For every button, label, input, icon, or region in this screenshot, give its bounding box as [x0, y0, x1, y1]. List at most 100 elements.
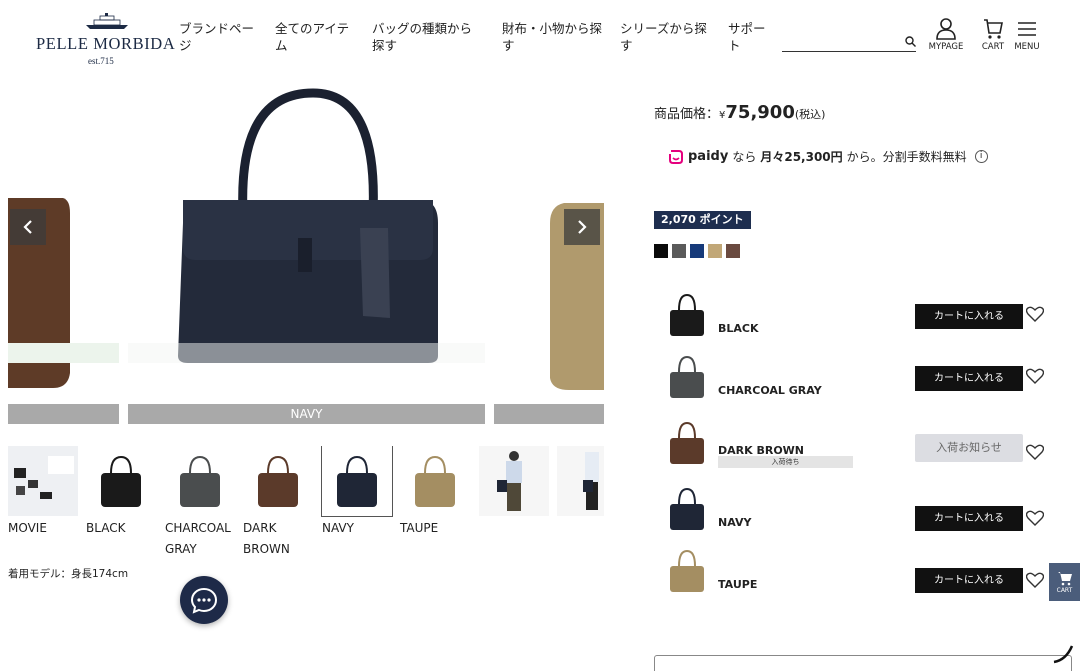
thumb-navy[interactable]: NAVY: [321, 446, 394, 539]
paidy-text-pre: なら: [732, 150, 757, 164]
curve-mark-icon: [1053, 645, 1074, 664]
thumb-label: CHARCOAL GRAY: [165, 521, 231, 556]
paidy-logo-icon: [669, 149, 683, 164]
bottom-action-box[interactable]: [654, 655, 1072, 671]
floating-cart-button[interactable]: CART: [1049, 563, 1080, 601]
bag-thumbnail: [670, 549, 704, 592]
color-swatch-navy[interactable]: [690, 244, 704, 258]
variant-name: TAUPE: [718, 578, 758, 591]
menu-button[interactable]: MENU: [1007, 18, 1047, 52]
nav-wallets-accessories[interactable]: 財布・小物から探 す: [502, 20, 602, 54]
brand-logo[interactable]: PELLE MORBIDA est.715: [36, 12, 175, 68]
variant-name: CHARCOAL GRAY: [718, 384, 822, 397]
bag-thumbnail: [86, 446, 156, 516]
color-swatches: [654, 244, 740, 258]
bag-thumbnail: [165, 446, 235, 516]
variant-row-charcoal-gray: CHARCOAL GRAY カートに入れる: [664, 354, 1049, 404]
gallery-slide-prev: [8, 88, 119, 428]
color-swatch-taupe[interactable]: [708, 244, 722, 258]
search-icon[interactable]: [905, 36, 916, 47]
thumb-dark-brown[interactable]: DARK BROWN: [243, 446, 315, 560]
thumb-movie[interactable]: MOVIE: [8, 446, 80, 539]
site-header: PELLE MORBIDA est.715 ブランドペー ジ 全てのアイテ ム …: [0, 0, 1080, 80]
paidy-monthly: 月々25,300円: [760, 150, 843, 164]
cart-icon: [1057, 571, 1072, 585]
movie-thumbnail-icon: [8, 446, 78, 516]
thumbnail-strip: MOVIE BLACK CHARCOAL GRAY DARK BROWN NAV…: [8, 446, 604, 566]
bag-thumbnail: [670, 487, 704, 530]
thumb-label: MOVIE: [8, 521, 47, 535]
variant-row-dark-brown: DARK BROWN 入荷待ち 入荷お知らせ: [664, 420, 1049, 470]
price-tax-note: (税込): [794, 108, 826, 121]
add-to-cart-button[interactable]: カートに入れる: [915, 304, 1023, 329]
heart-icon[interactable]: [1026, 510, 1044, 526]
price-value: 75,900: [725, 102, 795, 123]
paidy-text-post: から。分割手数料無料: [846, 150, 967, 164]
model-height-note: 着用モデル：身長174cm: [8, 568, 129, 580]
add-to-cart-button[interactable]: カートに入れる: [915, 568, 1023, 593]
heart-icon[interactable]: [1026, 572, 1044, 588]
navy-bag-image: [128, 88, 485, 398]
current-color-label: NAVY: [128, 404, 485, 424]
color-swatch-black[interactable]: [654, 244, 668, 258]
nav-bag-types[interactable]: バッグの種類から 探す: [372, 20, 472, 54]
thumb-label: TAUPE: [400, 521, 439, 535]
nav-brand-page[interactable]: ブランドペー ジ: [179, 20, 254, 54]
thumb-label: BLACK: [86, 521, 126, 535]
floating-cart-label: CART: [1056, 586, 1073, 594]
nav-series[interactable]: シリーズから探 す: [620, 20, 707, 54]
thumb-taupe[interactable]: TAUPE: [400, 446, 472, 539]
heart-icon[interactable]: [1026, 444, 1044, 460]
product-gallery: NAVY: [8, 88, 604, 428]
gallery-slide-next: [494, 88, 604, 428]
user-icon: [936, 18, 956, 40]
brand-est: est.715: [88, 56, 114, 66]
add-to-cart-button[interactable]: カートに入れる: [915, 506, 1023, 531]
bag-thumbnail: [243, 446, 313, 516]
color-swatch-brown[interactable]: [726, 244, 740, 258]
thumb-charcoal-gray[interactable]: CHARCOAL GRAY: [165, 446, 237, 560]
slide-label: [8, 404, 119, 424]
points-badge: 2,070 ポイント: [654, 211, 751, 229]
bag-thumbnail: [670, 355, 704, 398]
thumb-model-2[interactable]: [557, 446, 604, 516]
gallery-prev-button[interactable]: [10, 209, 46, 245]
variant-name: NAVY: [718, 516, 752, 529]
search-input[interactable]: [782, 35, 892, 53]
thumb-black[interactable]: BLACK: [86, 446, 158, 539]
variant-row-taupe: TAUPE カートに入れる: [664, 548, 1049, 598]
nav-all-items[interactable]: 全てのアイテ ム: [275, 20, 349, 54]
color-swatch-charcoal[interactable]: [672, 244, 686, 258]
restock-notify-button[interactable]: 入荷お知らせ: [915, 434, 1023, 462]
thumb-label: DARK BROWN: [243, 521, 290, 556]
cart-icon: [984, 19, 1003, 39]
restock-status-badge: 入荷待ち: [718, 456, 853, 468]
chevron-right-icon: [578, 220, 587, 234]
price-row: 商品価格：¥75,900(税込): [654, 102, 825, 123]
chat-button[interactable]: [180, 576, 228, 624]
chat-icon: [190, 587, 218, 614]
thumb-model-1[interactable]: [479, 446, 551, 516]
model-photo-thumbnail: [479, 446, 549, 516]
thumb-label: NAVY: [322, 521, 354, 535]
heart-icon[interactable]: [1026, 368, 1044, 384]
variant-row-navy: NAVY カートに入れる: [664, 486, 1049, 536]
search-box: [782, 32, 916, 53]
paidy-logo-text: paidy: [688, 149, 729, 164]
nav-support[interactable]: サポー ト: [728, 20, 766, 54]
add-to-cart-button[interactable]: カートに入れる: [915, 366, 1023, 391]
bag-thumbnail: [670, 293, 704, 336]
gallery-next-button[interactable]: [564, 209, 600, 245]
heart-icon[interactable]: [1026, 306, 1044, 322]
paidy-installment-info: paidy なら 月々25,300円 から。分割手数料無料 i: [668, 148, 988, 165]
chevron-left-icon: [23, 220, 32, 234]
ship-icon: [86, 13, 128, 29]
mypage-button[interactable]: MYPAGE: [926, 18, 966, 52]
info-icon[interactable]: i: [974, 150, 988, 163]
brand-name: PELLE MORBIDA: [36, 34, 176, 53]
slide-label: [494, 404, 604, 424]
hamburger-icon: [1018, 22, 1036, 36]
bag-thumbnail: [400, 446, 470, 516]
variant-row-black: BLACK カートに入れる: [664, 292, 1049, 342]
menu-label: MENU: [1014, 42, 1040, 52]
